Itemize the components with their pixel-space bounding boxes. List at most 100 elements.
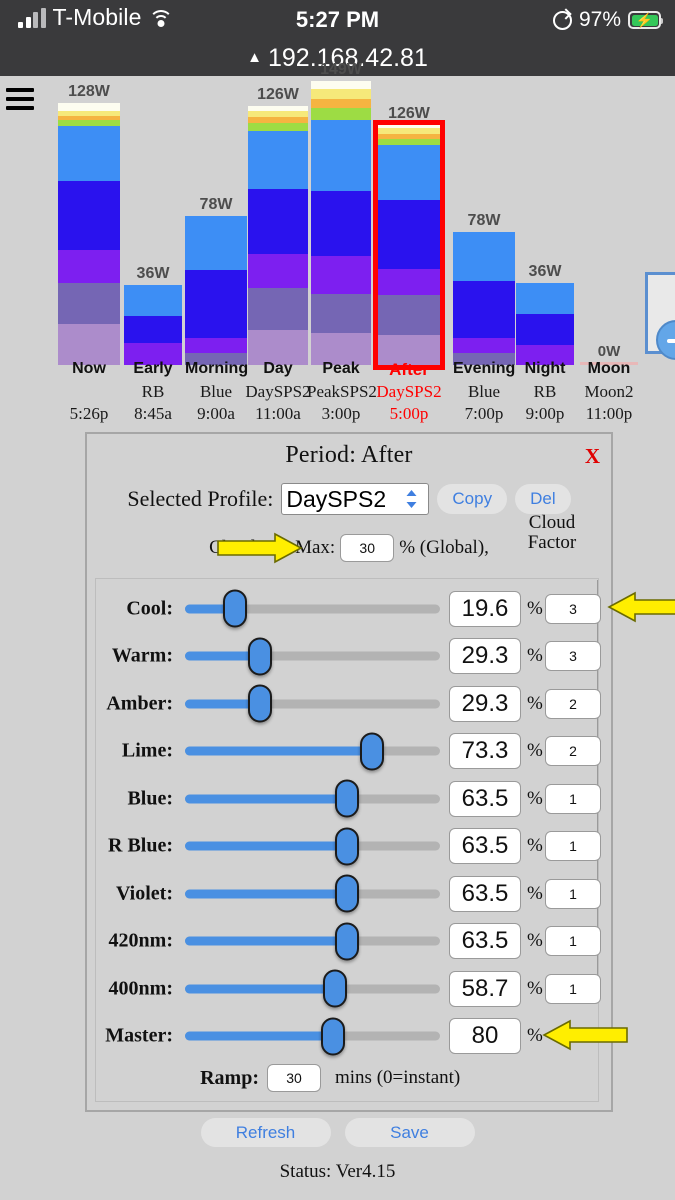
slider-row-violet: Violet: 63.5% 1 [87, 870, 611, 918]
slider-track-warm[interactable] [185, 637, 440, 676]
chart-bar-stack [516, 283, 574, 365]
chart-label-now: Now [72, 360, 106, 377]
chart-segment-blue [185, 216, 247, 270]
slider-value-input-warm[interactable]: 29.3 [449, 638, 521, 675]
slider-value-input-lime[interactable]: 73.3 [449, 733, 521, 770]
slider-fill-400nm [185, 984, 335, 994]
slider-thumb-420nm[interactable] [334, 922, 359, 961]
slider-value-input-master[interactable]: 80 [449, 1018, 521, 1055]
refresh-button[interactable]: Refresh [200, 1118, 331, 1147]
del-button[interactable]: Del [515, 484, 571, 514]
slider-value-input-cool[interactable]: 19.6 [449, 590, 521, 627]
chart-bar-evening[interactable]: 78W [453, 212, 515, 365]
slider-label-warm: Warm: [111, 644, 173, 667]
slider-track-master[interactable] [185, 1017, 440, 1056]
slider-thumb-master[interactable] [320, 1017, 345, 1056]
slider-thumb-400nm[interactable] [322, 969, 347, 1008]
chart-bar-night[interactable]: 36W [516, 263, 574, 365]
chart-time-label: 8:45a [134, 404, 172, 423]
cloud-factor-input-400nm[interactable]: 1 [545, 973, 601, 1004]
dialog-title: Period: After [285, 442, 413, 468]
cloud-factor-input-cool[interactable]: 3 [545, 593, 601, 624]
close-icon[interactable]: X [585, 444, 600, 469]
slider-track-rblue[interactable] [185, 827, 440, 866]
status-right-group: 97% ⚡ [552, 8, 663, 32]
save-button[interactable]: Save [344, 1118, 475, 1147]
slider-value-input-rblue[interactable]: 63.5 [449, 828, 521, 865]
slider-value-input-violet[interactable]: 63.5 [449, 875, 521, 912]
slider-track-lime[interactable] [185, 732, 440, 771]
chart-segment-lime [248, 123, 308, 131]
slider-fill-master [185, 1031, 333, 1041]
percent-symbol: % [527, 882, 543, 904]
chart-time-label: 3:00p [321, 404, 361, 423]
slider-thumb-cool[interactable] [222, 589, 247, 628]
slider-thumb-violet[interactable] [334, 874, 359, 913]
chart-segment-uv420 [248, 288, 308, 330]
slider-track-violet[interactable] [185, 874, 440, 913]
percent-symbol: % [527, 597, 543, 619]
chart-bar-peak[interactable]: 149W [311, 61, 371, 365]
cloud-factor-input-lime[interactable]: 2 [545, 736, 601, 767]
hamburger-menu-icon[interactable] [6, 88, 34, 110]
chart-bar-morning[interactable]: 78W [185, 196, 247, 365]
period-dialog: Period: After X Selected Profile: DaySPS… [85, 432, 675, 1112]
cloud-factor-input-blue[interactable]: 1 [545, 783, 601, 814]
slider-thumb-lime[interactable] [359, 732, 384, 771]
chart-axis-labels: Now 5:26p Early RB 8:45a Morning Blue 9:00a Day D… [0, 360, 675, 423]
chart-bar-stack [453, 232, 515, 365]
chart-bar-stack [185, 216, 247, 365]
slider-thumb-amber[interactable] [247, 684, 272, 723]
chart-label-peak: Peak [322, 360, 360, 377]
slider-value-input-blue[interactable]: 63.5 [449, 780, 521, 817]
profile-select[interactable]: DaySPS2 [281, 483, 430, 515]
chart-bar-now[interactable]: 128W [58, 83, 120, 365]
slider-thumb-warm[interactable] [247, 637, 272, 676]
chart-time-label: 5:26p [69, 404, 109, 423]
slider-track-cool[interactable] [185, 589, 440, 628]
slider-track-400nm[interactable] [185, 969, 440, 1008]
slider-track-amber[interactable] [185, 684, 440, 723]
chart-profile-label: Blue [467, 382, 501, 401]
profile-select-value: DaySPS2 [286, 485, 387, 512]
chart-bar-early[interactable]: 36W [124, 265, 182, 365]
cloud-factor-input-rblue[interactable]: 1 [545, 831, 601, 862]
chart-profile-label: RB [533, 382, 557, 401]
copy-button[interactable]: Copy [437, 484, 508, 514]
slider-label-lime: Lime: [121, 739, 173, 762]
ramp-input[interactable]: 30 [267, 1064, 321, 1092]
cloud-factor-input-420nm[interactable]: 1 [545, 926, 601, 957]
slider-thumb-blue[interactable] [334, 779, 359, 818]
cloud-factor-input-amber[interactable]: 2 [545, 688, 601, 719]
percent-symbol: % [527, 740, 543, 762]
slider-thumb-rblue[interactable] [334, 827, 359, 866]
cloud-max-input[interactable]: 30 [340, 534, 395, 562]
chart-bar-value-label: 78W [467, 212, 501, 230]
chart-segment-uv420 [58, 283, 120, 324]
slider-value-input-400nm[interactable]: 58.7 [449, 970, 521, 1007]
slider-value-input-420nm[interactable]: 63.5 [449, 923, 521, 960]
cool-cloud-factor-arrow [607, 591, 675, 623]
chart-profile-label: Moon2 [584, 382, 634, 401]
chart-bar-stack [58, 102, 120, 365]
slider-fill-420nm [185, 936, 347, 946]
chart-segment-yellow [311, 89, 371, 100]
chart-bar-day[interactable]: 126W [248, 86, 308, 365]
slider-track-420nm[interactable] [185, 922, 440, 961]
chart-segment-uv420 [378, 295, 440, 335]
chart-bar-after[interactable]: 126W [373, 105, 445, 371]
cloud-suffix-label: % (Global), [399, 537, 489, 558]
app-root: T-Mobile 5:27 PM 97% ⚡ ▲ 192.168.42.81 1… [0, 0, 675, 1200]
slider-row-400nm: 400nm: 58.7% 1 [87, 965, 611, 1013]
cloud-factor-input-warm[interactable]: 3 [545, 641, 601, 672]
battery-percent-label: 97% [578, 8, 621, 31]
cloud-factor-input-violet[interactable]: 1 [545, 878, 601, 909]
channel-slider-list: Cool: 19.6% 3 Warm: 29.3% 3 Amber: 29.3% 2 Lime: 7… [87, 585, 675, 1060]
slider-track-blue[interactable] [185, 779, 440, 818]
slider-label-amber: Amber: [106, 692, 173, 715]
slider-value-input-amber[interactable]: 29.3 [449, 685, 521, 722]
not-secure-warning-icon: ▲ [247, 48, 262, 66]
chart-time-label: 9:00p [525, 404, 565, 423]
chart-segment-royal_blue [311, 190, 371, 257]
slider-label-cool: Cool: [126, 597, 173, 620]
